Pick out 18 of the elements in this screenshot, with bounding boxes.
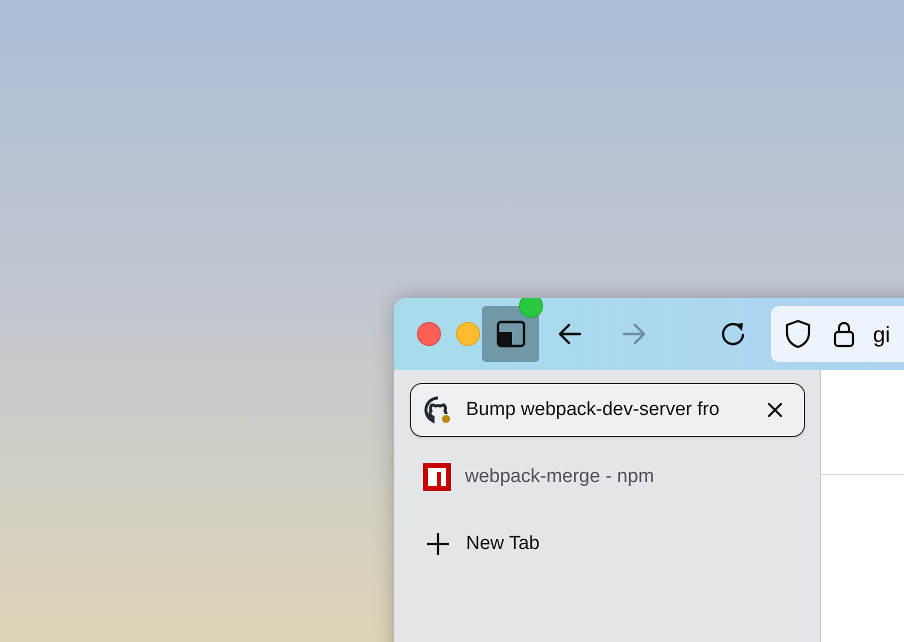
sidebar-tab[interactable]: webpack-merge - npm xyxy=(410,450,805,504)
url-text: gi xyxy=(873,320,890,349)
plus-icon xyxy=(426,532,450,556)
reload-button[interactable] xyxy=(719,320,747,348)
npm-logo-icon xyxy=(423,463,451,491)
lock-icon xyxy=(833,320,855,348)
close-window-button[interactable] xyxy=(417,322,441,346)
sidebar-icon xyxy=(496,320,526,348)
tab-title: Bump webpack-dev-server fro xyxy=(466,398,720,422)
cat-logo-icon xyxy=(424,396,452,424)
address-bar[interactable]: gi xyxy=(771,306,904,362)
shield-icon xyxy=(785,319,811,349)
reload-icon xyxy=(719,320,747,348)
sidebar-tab[interactable]: Bump webpack-dev-server fro xyxy=(410,383,805,437)
tab-title: webpack-merge - npm xyxy=(465,464,656,489)
close-icon xyxy=(767,402,783,418)
sidebar-toggle-button[interactable] xyxy=(482,306,539,362)
new-tab-button[interactable]: New Tab xyxy=(410,517,804,571)
